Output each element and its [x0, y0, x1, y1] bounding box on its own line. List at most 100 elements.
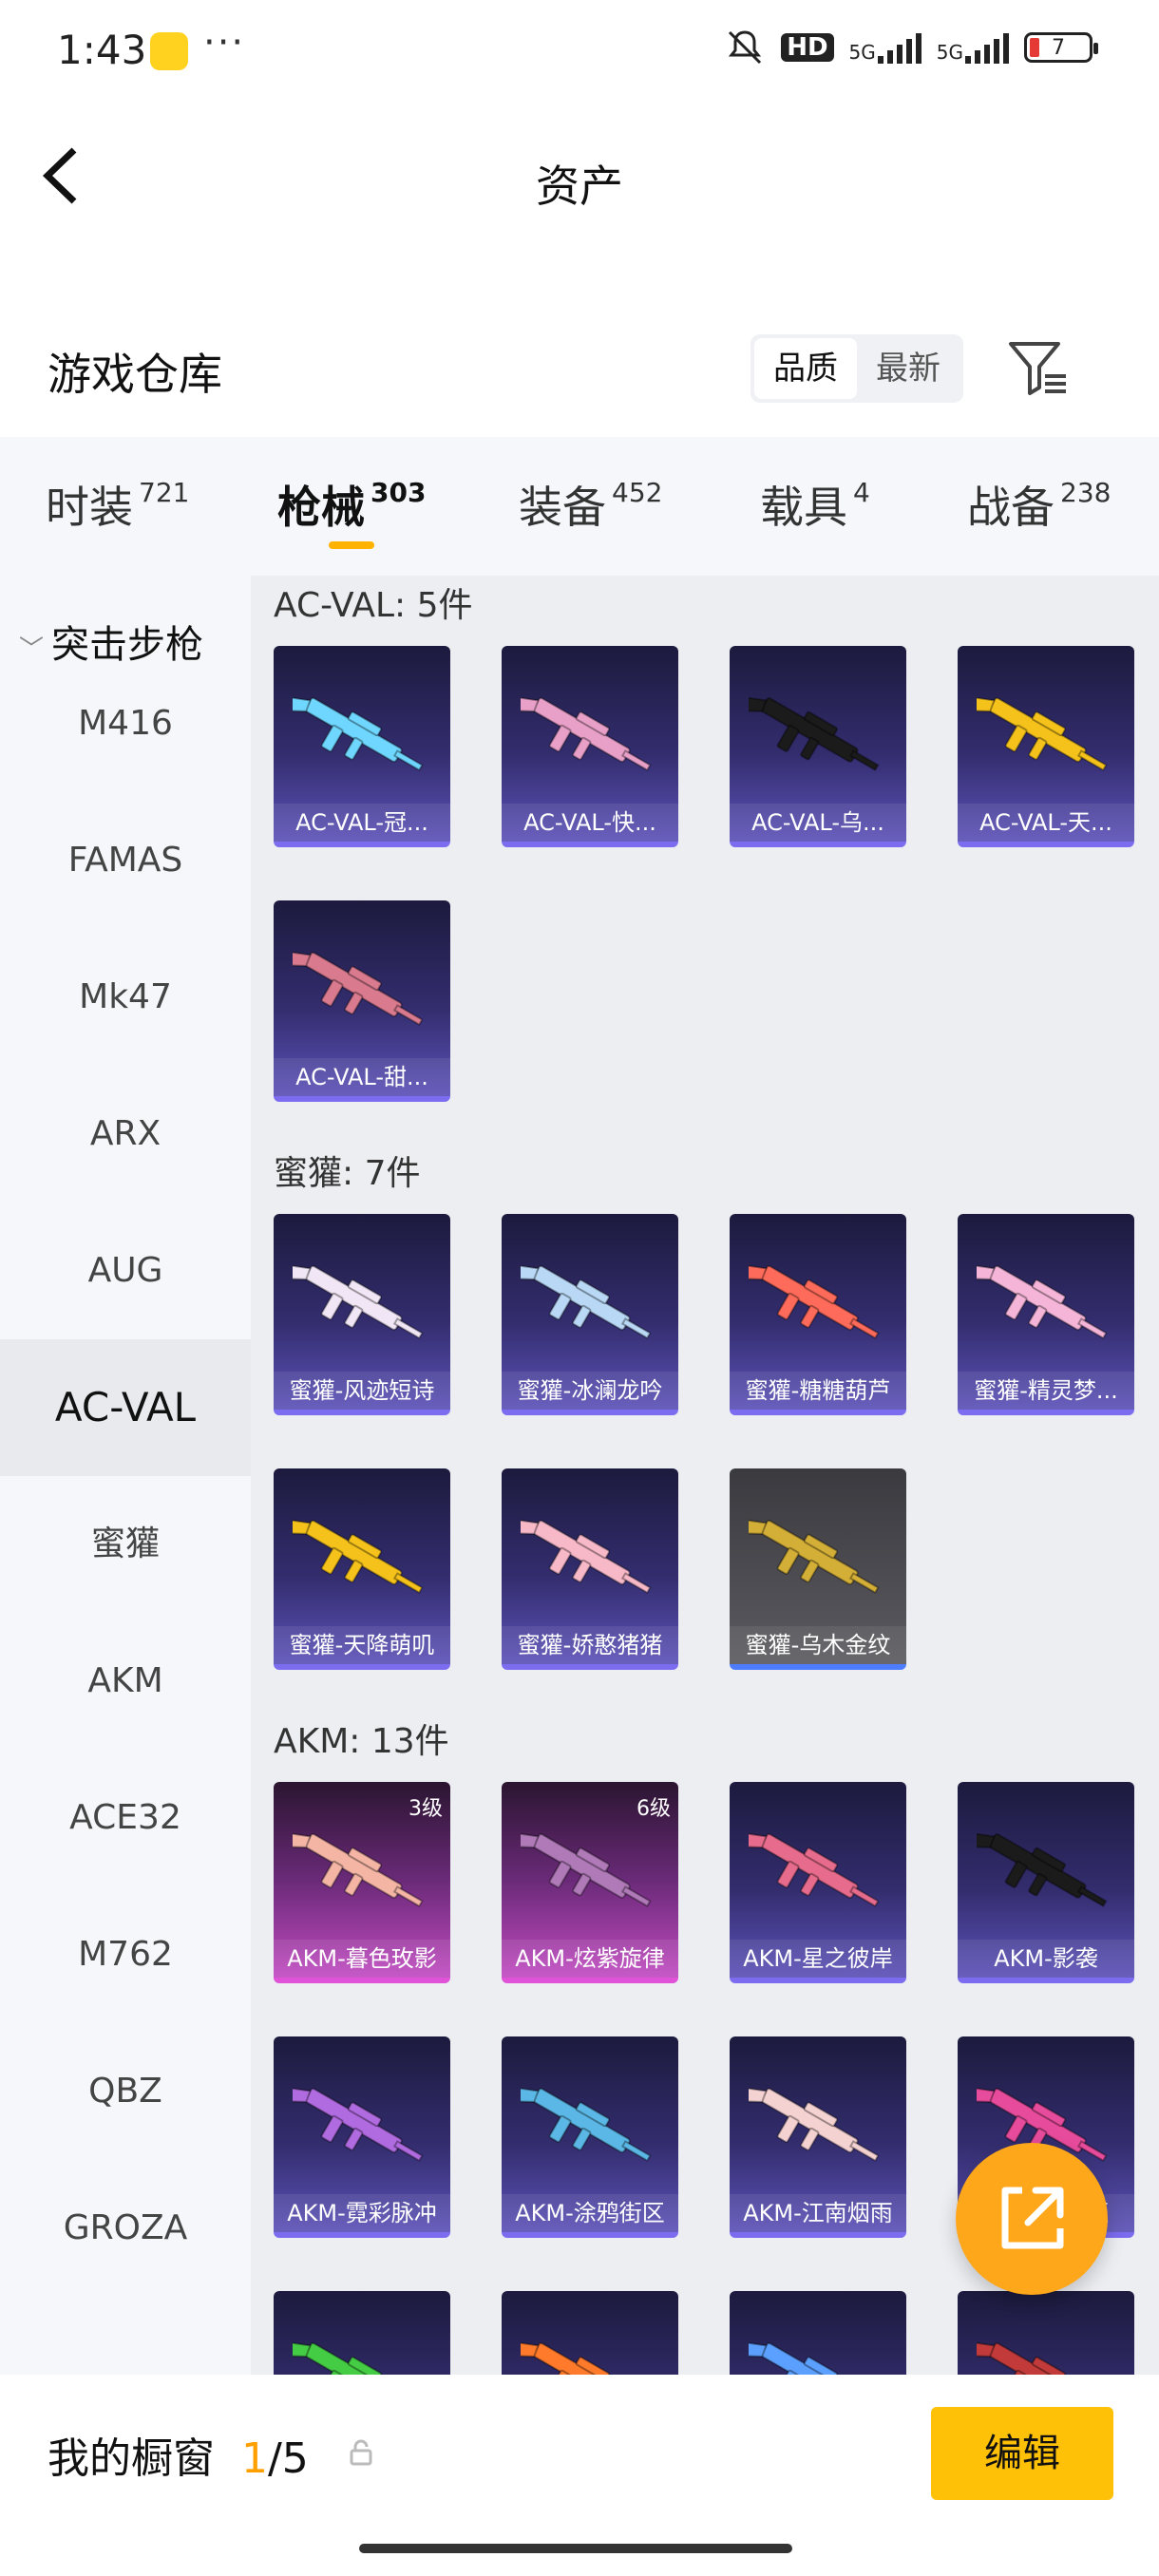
rifle-icon: [749, 1264, 880, 1339]
skin-name: AKM-涂鸦街区: [502, 2194, 678, 2232]
edit-showcase-button[interactable]: 编辑: [931, 2407, 1113, 2500]
group-title: AKM: 13件: [274, 1722, 449, 1761]
skin-card[interactable]: 蜜獾-冰澜龙吟: [502, 1214, 678, 1415]
skin-name: 蜜獾-风迹短诗: [274, 1372, 450, 1410]
skin-name: AC-VAL-快...: [502, 804, 678, 842]
skin-name: AC-VAL-甜...: [274, 1058, 450, 1096]
skin-card[interactable]: 蜜獾-天降萌叽: [274, 1468, 450, 1670]
skin-card[interactable]: 3级 AKM-暮色玫影: [274, 1782, 450, 1983]
skin-name: AKM-炫紫旋律: [502, 1940, 678, 1978]
skin-card[interactable]: AKM-霓彩脉冲: [274, 2036, 450, 2238]
sidebar-item-mk47[interactable]: Mk47: [0, 929, 251, 1066]
skin-card[interactable]: AC-VAL-天...: [958, 646, 1134, 847]
sidebar-item-acval[interactable]: AC-VAL: [0, 1339, 251, 1476]
sidebar-item-groza[interactable]: GROZA: [0, 2160, 251, 2297]
skin-name: 蜜獾-精灵梦...: [958, 1372, 1134, 1410]
share-button[interactable]: [956, 2143, 1108, 2295]
sidebar-item-ace32[interactable]: ACE32: [0, 1750, 251, 1886]
rifle-icon: [977, 1832, 1108, 1907]
share-icon: [1001, 2187, 1064, 2249]
home-indicator: [359, 2544, 792, 2553]
skin-card[interactable]: 蜜獾-糖糖葫芦: [730, 1214, 906, 1415]
skin-card[interactable]: AC-VAL-冠...: [274, 646, 450, 847]
battery-icon: 7: [1024, 32, 1098, 63]
skin-name: 蜜獾-冰澜龙吟: [502, 1372, 678, 1410]
skin-name: AC-VAL-天...: [958, 804, 1134, 842]
page-title: 资产: [536, 161, 623, 212]
rifle-icon: [977, 1264, 1108, 1339]
more-notifications-icon: ···: [203, 21, 246, 65]
skin-card[interactable]: 6级 AKM-炫紫旋律: [502, 1782, 678, 1983]
sidebar-item-qbz[interactable]: QBZ: [0, 2023, 251, 2160]
skin-card[interactable]: 蜜獾-娇憨猪猪: [502, 1468, 678, 1670]
skin-name: AKM-星之彼岸: [730, 1940, 906, 1978]
rifle-icon: [293, 1519, 424, 1594]
skin-card[interactable]: 蜜獾-风迹短诗: [274, 1214, 450, 1415]
showcase-current: 1: [240, 2434, 268, 2483]
skin-name: 蜜獾-娇憨猪猪: [502, 1626, 678, 1664]
sort-quality-button[interactable]: 品质: [754, 338, 857, 399]
sidebar-item-honey-badger[interactable]: 蜜獾: [0, 1476, 251, 1613]
rifle-icon: [749, 1519, 880, 1594]
skin-card[interactable]: AC-VAL-快...: [502, 646, 678, 847]
skin-name: 蜜獾-糖糖葫芦: [730, 1372, 906, 1410]
skin-card[interactable]: 蜜獾-精灵梦...: [958, 1214, 1134, 1415]
rifle-icon: [977, 2341, 1087, 2375]
category-tabs: 时装 721 枪械 303 装备 452 载具 4 战备 238: [0, 437, 1159, 576]
weapon-skin-grid: AC-VAL: 5件 AC-VAL-冠... AC-VAL-快... AC-VAL-乌…: [251, 576, 1159, 2375]
filter-button[interactable]: [1007, 338, 1074, 399]
sidebar-item-akm[interactable]: AKM: [0, 1613, 251, 1750]
skin-name: AKM-霓彩脉冲: [274, 2194, 450, 2232]
tab-equipment[interactable]: 装备 452: [519, 473, 662, 536]
tab-supplies[interactable]: 战备 238: [967, 473, 1111, 536]
rifle-icon: [977, 696, 1108, 772]
rifle-icon: [521, 1519, 652, 1594]
rifle-icon: [293, 696, 424, 772]
tab-fashion[interactable]: 时装 721: [46, 473, 189, 536]
skin-card[interactable]: [730, 2291, 906, 2375]
skin-card[interactable]: [958, 2291, 1134, 2375]
skin-name: AKM-暮色玫影: [274, 1940, 450, 1978]
skin-card[interactable]: AKM-影袭: [958, 1782, 1134, 1983]
rifle-icon: [521, 2087, 652, 2162]
sidebar-item-aug[interactable]: AUG: [0, 1203, 251, 1339]
tab-vehicles[interactable]: 载具 4: [760, 473, 870, 536]
filter-icon: [1009, 342, 1066, 395]
rifle-icon: [521, 696, 652, 772]
skin-card[interactable]: AKM-涂鸦街区: [502, 2036, 678, 2238]
skin-card[interactable]: [274, 2291, 450, 2375]
skin-card[interactable]: AKM-星之彼岸: [730, 1782, 906, 1983]
status-time: 1:43: [57, 27, 147, 73]
sidebar-item-arx[interactable]: ARX: [0, 1066, 251, 1203]
sidebar-item-famas[interactable]: FAMAS: [0, 792, 251, 929]
skin-name: AC-VAL-乌...: [730, 804, 906, 842]
showcase-total: /5: [267, 2434, 309, 2483]
showcase-bar: 我的橱窗 1/5 编辑: [0, 2375, 1159, 2576]
skin-card[interactable]: AC-VAL-甜...: [274, 900, 450, 1102]
skin-name: AKM-影袭: [958, 1940, 1134, 1978]
skin-card[interactable]: AKM-江南烟雨: [730, 2036, 906, 2238]
group-title: AC-VAL: 5件: [274, 586, 473, 625]
skin-card[interactable]: [502, 2291, 678, 2375]
sort-toggle: 品质 最新: [750, 334, 963, 403]
weapon-sidebar: ﹀ 突击步枪 M416 FAMAS Mk47 ARX AUG AC-VAL 蜜獾 …: [0, 576, 251, 2375]
tab-firearms[interactable]: 枪械 303: [277, 473, 426, 536]
sort-newest-button[interactable]: 最新: [857, 338, 960, 399]
mute-icon: [729, 30, 762, 65]
skin-name: 蜜獾-天降萌叽: [274, 1626, 450, 1664]
hd-icon: HD: [781, 33, 834, 62]
signal-1-icon: 5G: [849, 31, 922, 64]
sidebar-item-m416[interactable]: M416: [0, 655, 251, 792]
rifle-icon: [749, 2087, 880, 2162]
rifle-icon: [749, 1832, 880, 1907]
app-notification-icon: [150, 32, 188, 70]
rifle-icon: [293, 2341, 403, 2375]
skin-card[interactable]: 蜜獾-乌木金纹: [730, 1468, 906, 1670]
rifle-icon: [521, 2341, 631, 2375]
skin-card[interactable]: AC-VAL-乌...: [730, 646, 906, 847]
rifle-icon: [293, 2087, 424, 2162]
signal-2-icon: 5G: [937, 31, 1009, 64]
sidebar-item-m762[interactable]: M762: [0, 1886, 251, 2023]
skin-name: AKM-江南烟雨: [730, 2194, 906, 2232]
rifle-icon: [521, 1264, 652, 1339]
